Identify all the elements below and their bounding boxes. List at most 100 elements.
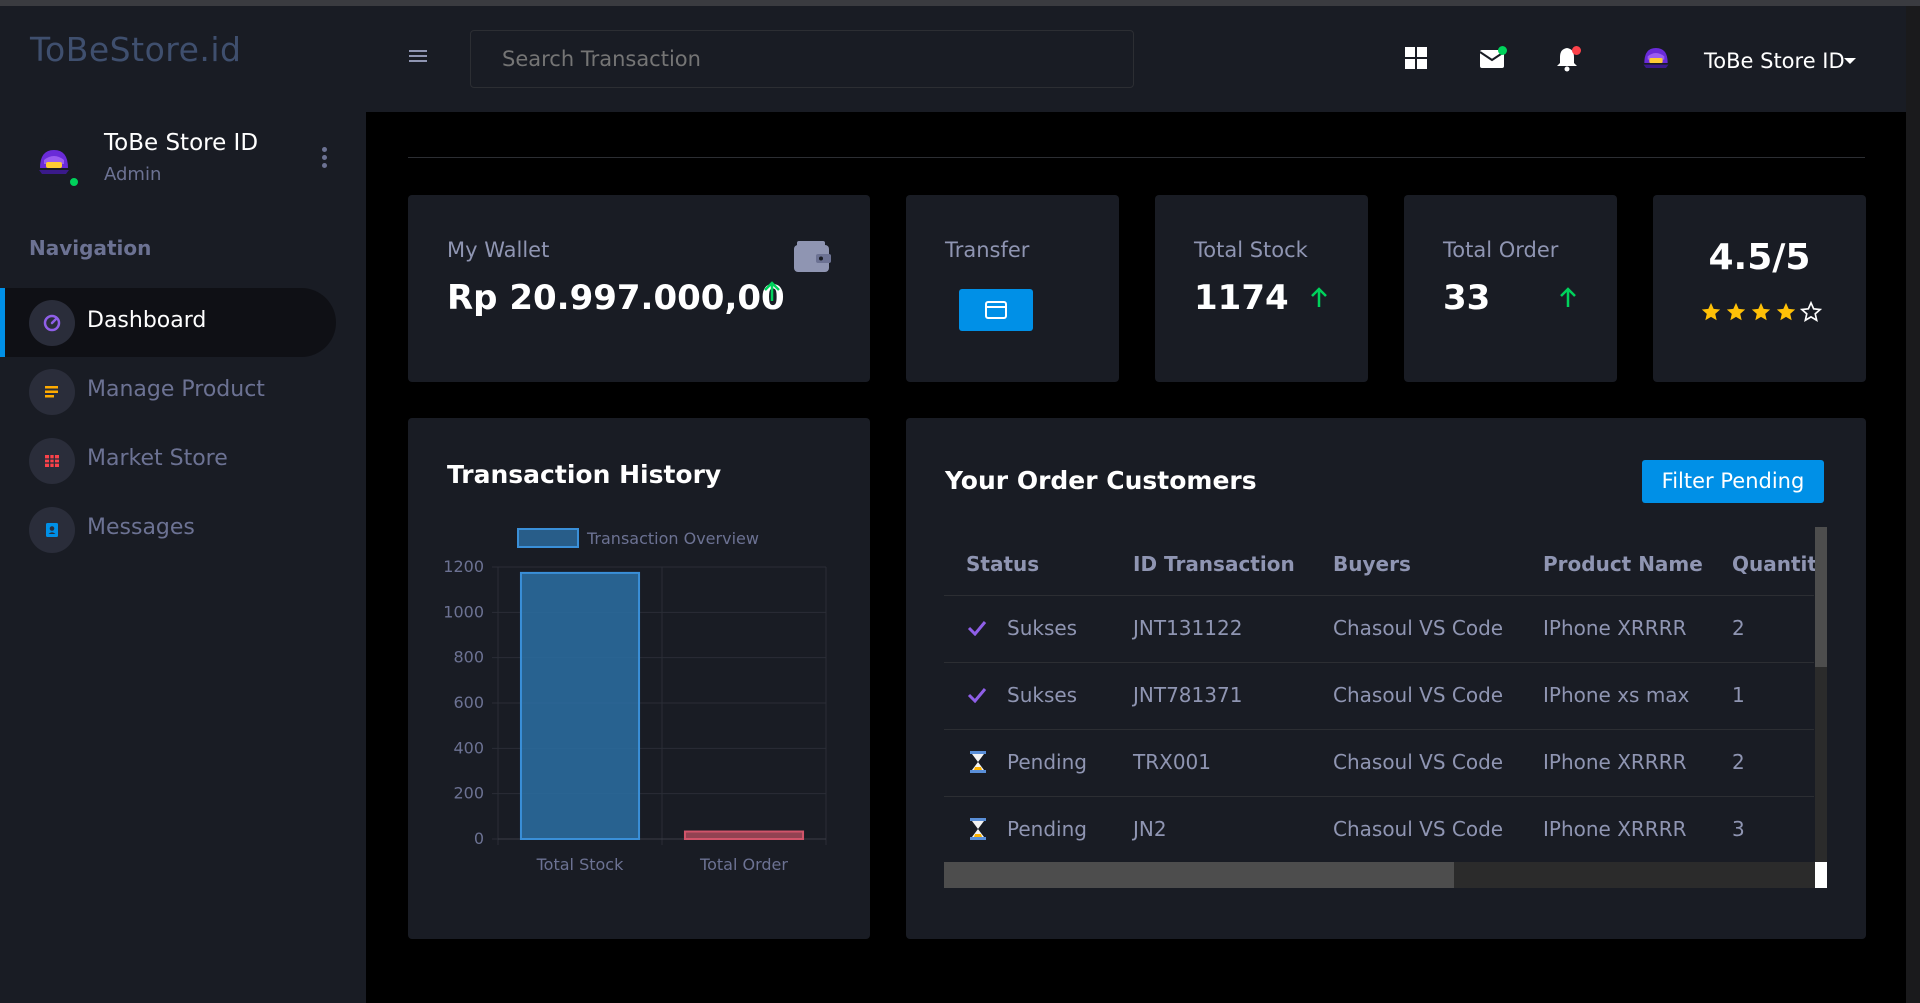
rating-stars — [1700, 301, 1822, 325]
scrollbar-thumb[interactable] — [944, 862, 1454, 888]
column-header-buyers[interactable]: Buyers — [1333, 552, 1411, 576]
quantity: 1 — [1732, 683, 1745, 707]
sidebar-nav: Dashboard Manage Product Market Store Me… — [0, 288, 366, 564]
orders-title: Your Order Customers — [945, 466, 1257, 495]
sidebar-profile: ToBe Store ID Admin — [30, 124, 350, 194]
buyer-name: Chasoul VS Code — [1333, 817, 1504, 841]
sidebar-item-messages[interactable]: Messages — [0, 495, 336, 564]
star-filled-icon — [1701, 302, 1721, 321]
sidebar-item-dashboard[interactable]: Dashboard — [0, 288, 336, 357]
transfer-card: Transfer — [906, 195, 1119, 382]
transaction-history-card: Transaction History 0 200 400 600 800 1000 120… — [408, 418, 870, 939]
stock-label: Total Stock — [1194, 238, 1308, 262]
column-header-id[interactable]: ID Transaction — [1133, 552, 1295, 576]
search-input[interactable] — [470, 30, 1134, 88]
chevron-down-icon[interactable] — [1844, 58, 1856, 64]
scrollbar-corner — [1815, 862, 1827, 888]
sidebar-item-label: Market Store — [87, 446, 228, 471]
table-row[interactable]: Sukses JNT131122 Chasoul VS Code IPhone … — [944, 595, 1814, 662]
arrow-up-icon — [762, 281, 782, 307]
transfer-label: Transfer — [945, 238, 1030, 262]
legend-swatch — [517, 528, 579, 548]
profile-more-icon[interactable] — [316, 144, 332, 174]
product-name: IPhone XRRRR — [1543, 817, 1687, 841]
menu-toggle-icon[interactable] — [409, 50, 427, 64]
table-row[interactable]: Pending JN2 Chasoul VS Code IPhone XRRRR… — [944, 796, 1814, 863]
brand-logo[interactable]: ToBeStore.id — [30, 30, 242, 69]
content-divider — [408, 157, 1865, 158]
check-icon — [967, 687, 987, 707]
y-tick-label: 200 — [453, 784, 484, 803]
y-tick-label: 400 — [453, 738, 484, 757]
sidebar-item-label: Dashboard — [87, 308, 207, 333]
transaction-id: JNT781371 — [1133, 683, 1243, 707]
star-outline-icon — [1800, 301, 1822, 322]
table-horizontal-scrollbar[interactable] — [944, 862, 1815, 888]
filter-pending-button[interactable]: Filter Pending — [1642, 460, 1824, 503]
table-icon — [29, 438, 75, 484]
mail-icon[interactable] — [1479, 46, 1507, 72]
user-menu-label[interactable]: ToBe Store ID — [1704, 49, 1845, 73]
order-card: Total Order 33 — [1404, 195, 1617, 382]
table-row[interactable]: Pending TRX001 Chasoul VS Code IPhone XR… — [944, 729, 1814, 796]
quantity: 3 — [1732, 817, 1745, 841]
legend-label: Transaction Overview — [586, 529, 759, 548]
mail-badge-dot — [1498, 46, 1507, 55]
user-avatar[interactable] — [1636, 38, 1676, 78]
page-scrollbar[interactable] — [1906, 6, 1920, 1003]
wallet-label: My Wallet — [447, 238, 550, 262]
column-header-quantity[interactable]: Quantity — [1732, 552, 1826, 576]
stock-value: 1174 — [1194, 278, 1289, 318]
credit-card-icon — [985, 301, 1007, 319]
orders-table: Status ID Transaction Buyers Product Nam… — [944, 528, 1826, 865]
avatar-image — [1643, 48, 1669, 68]
sidebar-item-label: Messages — [87, 515, 195, 540]
status-text: Sukses — [1007, 683, 1078, 707]
wallet-value: Rp 20.997.000,00 — [447, 278, 785, 318]
y-tick-label: 0 — [474, 829, 484, 848]
y-tick-label: 1200 — [443, 557, 484, 576]
product-name: IPhone XRRRR — [1543, 750, 1687, 774]
transaction-id: JNT131122 — [1133, 616, 1243, 640]
column-header-status[interactable]: Status — [966, 552, 1039, 576]
arrow-up-icon — [1558, 287, 1578, 313]
grid-icon[interactable] — [1404, 46, 1430, 72]
rating-value: 4.5/5 — [1708, 237, 1811, 278]
table-vertical-scrollbar[interactable] — [1815, 527, 1827, 863]
status-text: Pending — [1007, 817, 1087, 841]
star-filled-icon — [1751, 302, 1771, 321]
y-tick-label: 600 — [453, 693, 484, 712]
playlist-icon — [29, 369, 75, 415]
transaction-id: JN2 — [1133, 817, 1167, 841]
nav-section-title: Navigation — [29, 236, 152, 260]
order-label: Total Order — [1443, 238, 1559, 262]
avatar[interactable] — [30, 138, 80, 188]
wallet-card: My Wallet Rp 20.997.000,00 — [408, 195, 870, 382]
product-name: IPhone XRRRR — [1543, 616, 1687, 640]
bar-chart: 0 200 400 600 800 1000 1200 Transaction Overvie… — [443, 528, 827, 874]
transfer-button[interactable] — [959, 289, 1033, 331]
chart-bar — [519, 571, 641, 840]
speedometer-icon — [29, 300, 75, 346]
quantity: 2 — [1732, 750, 1745, 774]
status-text: Pending — [1007, 750, 1087, 774]
arrow-up-icon — [1309, 287, 1329, 313]
y-tick-label: 1000 — [443, 602, 484, 621]
bell-icon[interactable] — [1555, 46, 1581, 72]
sidebar-item-label: Manage Product — [87, 377, 265, 402]
sidebar-item-market-store[interactable]: Market Store — [0, 426, 336, 495]
rating-card: 4.5/5 — [1653, 195, 1866, 382]
online-status-dot — [68, 176, 80, 188]
profile-role: Admin — [104, 164, 162, 185]
x-tick-label: Total Stock — [536, 855, 624, 874]
sidebar-item-manage-product[interactable]: Manage Product — [0, 357, 336, 426]
scrollbar-thumb[interactable] — [1815, 527, 1827, 667]
column-header-product[interactable]: Product Name — [1543, 552, 1703, 576]
history-title: Transaction History — [447, 460, 722, 489]
star-filled-icon — [1726, 302, 1746, 321]
table-row[interactable]: Sukses JNT781371 Chasoul VS Code IPhone … — [944, 662, 1814, 729]
orders-card: Your Order Customers Filter Pending Stat… — [906, 418, 1866, 939]
topbar: ToBe Store ID — [366, 6, 1920, 112]
wallet-icon — [794, 241, 831, 277]
status-text: Sukses — [1007, 616, 1078, 640]
